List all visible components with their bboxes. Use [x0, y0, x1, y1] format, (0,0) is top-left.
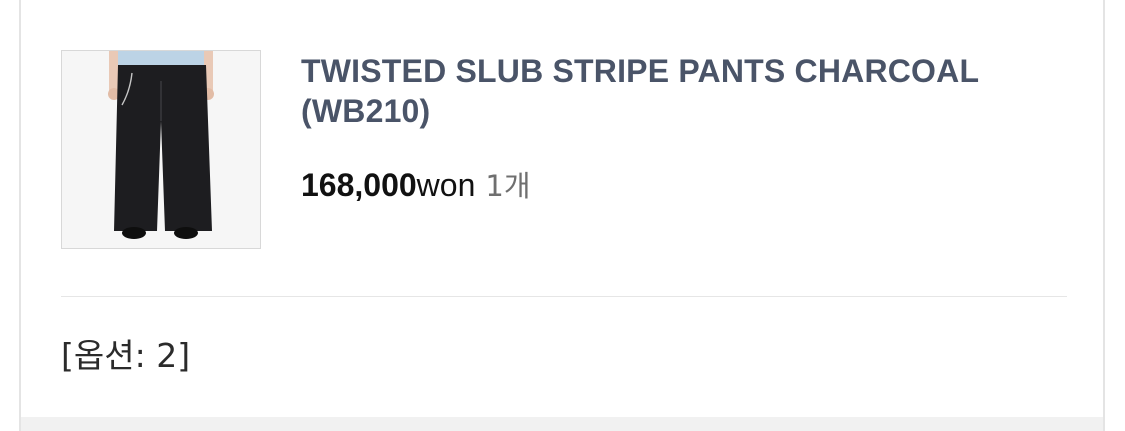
price-row: 168,000won 1개: [301, 165, 531, 206]
product-thumbnail[interactable]: [61, 50, 261, 249]
order-item-card: TWISTED SLUB STRIPE PANTS CHARCOAL (WB21…: [19, 0, 1105, 431]
pants-photo-icon: [62, 51, 260, 248]
product-option: [옵션: 2]: [61, 336, 191, 375]
product-price: 168,000: [301, 167, 417, 203]
card-footer-band: [21, 417, 1103, 431]
divider: [61, 296, 1067, 297]
product-name[interactable]: TWISTED SLUB STRIPE PANTS CHARCOAL (WB21…: [301, 51, 1061, 131]
product-quantity: 1개: [485, 169, 531, 203]
price-currency: won: [416, 167, 476, 203]
